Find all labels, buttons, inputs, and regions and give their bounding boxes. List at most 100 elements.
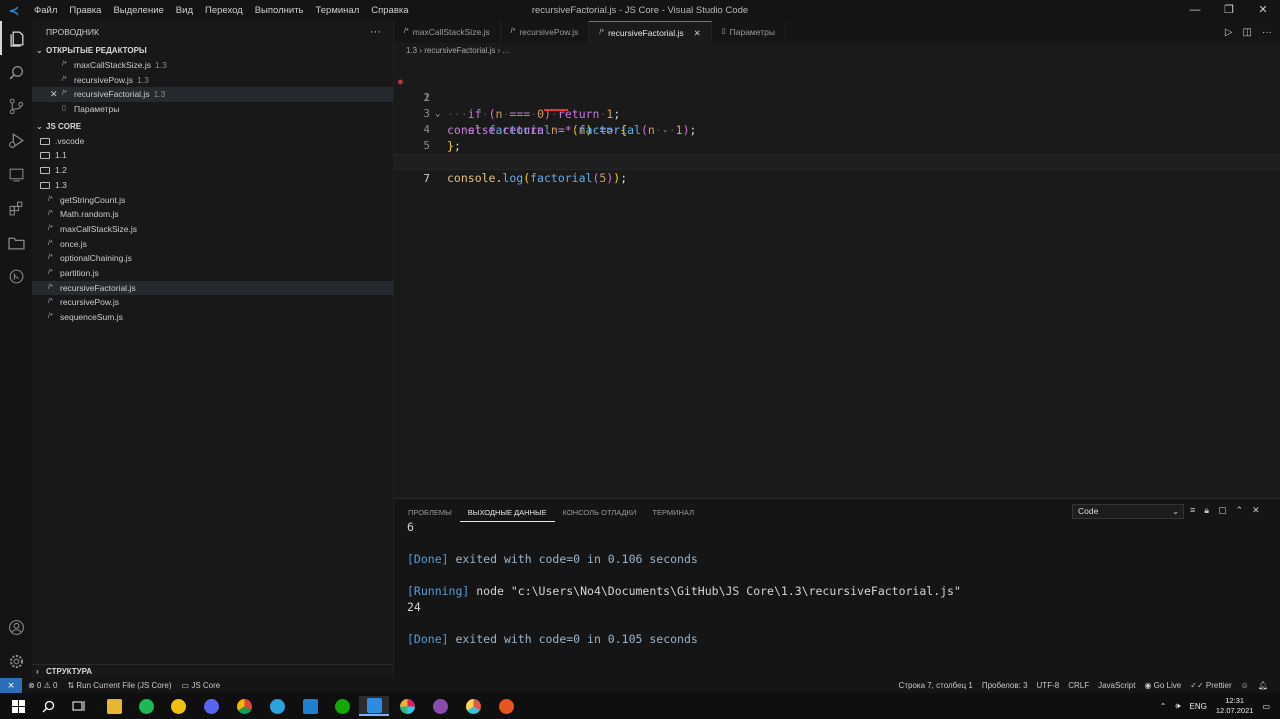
prettier-button[interactable]: ✓✓ Prettier	[1190, 678, 1231, 693]
language-mode[interactable]: JavaScript	[1098, 678, 1135, 693]
clear-output-icon[interactable]: ≡	[1190, 505, 1195, 516]
file-item[interactable]: /* maxCallStackSize.js	[32, 222, 393, 237]
file-item[interactable]: /* sequenceSum.js	[32, 310, 393, 325]
minimize-button[interactable]: —	[1178, 0, 1212, 21]
notifications-icon[interactable]: 🔔︎	[1258, 678, 1268, 693]
file-item[interactable]: /* getStringCount.js	[32, 193, 393, 208]
maximize-button[interactable]: ❐	[1212, 0, 1246, 21]
file-item[interactable]: /* optionalChaining.js	[32, 251, 393, 266]
open-editor-item[interactable]: /* recursivePow.js 1.3	[32, 73, 393, 88]
app-window-icon[interactable]	[295, 696, 325, 716]
code-editor[interactable]: ● 1 ⌄ const·factorial·=·(n)·=>·{ 2 ···if…	[394, 58, 1280, 498]
search-icon[interactable]	[0, 55, 32, 89]
norton-icon[interactable]	[163, 696, 193, 716]
chrome-icon[interactable]	[229, 696, 259, 716]
cursor-position[interactable]: Строка 7, столбец 1	[899, 678, 973, 693]
remote-explorer-icon[interactable]	[0, 157, 32, 191]
workspace-header[interactable]: ⌄ JS CORE	[32, 119, 393, 134]
tray-chevron-up-icon[interactable]: ⌃	[1160, 702, 1167, 711]
menu-go[interactable]: Переход	[199, 0, 249, 21]
folder-item[interactable]: .vscode	[32, 134, 393, 149]
chevron-up-icon[interactable]: ⌃	[1236, 505, 1244, 516]
clock[interactable]: 12:31 12.07.2021	[1216, 696, 1254, 716]
volume-icon[interactable]: 🕪︎	[1176, 701, 1181, 711]
explorer-icon[interactable]	[0, 21, 32, 55]
close-panel-icon[interactable]: ✕	[1252, 505, 1260, 516]
menu-view[interactable]: Вид	[170, 0, 199, 21]
run-debug-icon[interactable]	[0, 123, 32, 157]
js-file-icon: /*	[48, 283, 53, 291]
problems-count[interactable]: ⊗ 0 ⚠ 0	[28, 681, 57, 690]
file-item-selected[interactable]: /* recursiveFactorial.js	[32, 280, 393, 296]
open-editor-item[interactable]: /* maxCallStackSize.js 1.3	[32, 58, 393, 73]
discord-icon[interactable]	[196, 696, 226, 716]
file-item[interactable]: /* once.js	[32, 237, 393, 252]
close-window-button[interactable]: ✕	[1246, 0, 1280, 21]
run-current-file[interactable]: ⇅ Run Current File (JS Core)	[67, 681, 171, 690]
tab-terminal[interactable]: ТЕРМИНАЛ	[644, 504, 702, 522]
indentation[interactable]: Пробелов: 3	[982, 678, 1028, 693]
menu-file[interactable]: Файл	[28, 0, 63, 21]
outline-header[interactable]: › СТРУКТУРА	[32, 664, 393, 678]
file-explorer-icon[interactable]	[99, 696, 129, 716]
split-editor-icon[interactable]: ◫	[1243, 27, 1252, 38]
windows-start-icon[interactable]	[3, 696, 33, 716]
close-tab-icon[interactable]: ✕	[694, 22, 701, 44]
notification-center-icon[interactable]: ▭	[1262, 702, 1270, 711]
feedback-icon[interactable]: ☺	[1241, 678, 1249, 693]
folder-item[interactable]: 1.2	[32, 163, 393, 178]
tab-max-call-stack-size[interactable]: /* maxCallStackSize.js	[394, 21, 501, 43]
vscode-taskbar-icon[interactable]	[359, 696, 389, 716]
slack-icon[interactable]	[392, 696, 422, 716]
search-icon[interactable]	[33, 696, 63, 716]
maximize-panel-icon[interactable]: ▢	[1218, 505, 1227, 516]
close-editor-icon[interactable]: ✕	[50, 87, 62, 102]
end-of-line[interactable]: CRLF	[1068, 678, 1089, 693]
more-actions-icon[interactable]: ···	[1262, 27, 1272, 38]
tab-debug-console[interactable]: КОНСОЛЬ ОТЛАДКИ	[555, 504, 645, 522]
git-graph-icon[interactable]	[0, 259, 32, 293]
spotify-icon[interactable]	[131, 696, 161, 716]
file-item[interactable]: /* Math.random.js	[32, 207, 393, 222]
breadcrumb[interactable]: 1.3 › recursiveFactorial.js › ...	[394, 43, 1280, 58]
open-editors-header[interactable]: ⌄ ОТКРЫТЫЕ РЕДАКТОРЫ	[32, 43, 393, 58]
remote-icon[interactable]: ⨯	[0, 678, 22, 693]
ubuntu-icon[interactable]	[491, 696, 521, 716]
encoding[interactable]: UTF-8	[1037, 678, 1060, 693]
menu-terminal[interactable]: Терминал	[310, 0, 366, 21]
tab-settings[interactable]: ▯ Параметры	[712, 21, 786, 43]
folder-item[interactable]: 1.1	[32, 148, 393, 163]
menu-selection[interactable]: Выделение	[107, 0, 169, 21]
workspace-folder[interactable]: ▭ JS Core	[182, 681, 221, 690]
menu-run[interactable]: Выполнить	[249, 0, 310, 21]
lock-scroll-icon[interactable]: 🔒︎	[1204, 505, 1209, 516]
open-editor-item-active[interactable]: ✕ /* recursiveFactorial.js 1.3	[32, 87, 393, 103]
file-item[interactable]: /* recursivePow.js	[32, 295, 393, 310]
more-actions-icon[interactable]: ···	[370, 21, 381, 43]
tab-recursive-factorial[interactable]: /* recursiveFactorial.js ✕	[589, 21, 712, 44]
source-control-icon[interactable]	[0, 89, 32, 123]
folder-closed-icon	[40, 152, 50, 160]
js-file-icon: /*	[48, 210, 53, 218]
extensions-icon[interactable]	[0, 191, 32, 225]
task-view-icon[interactable]	[64, 696, 94, 716]
github-icon[interactable]	[425, 696, 455, 716]
menu-edit[interactable]: Правка	[63, 0, 107, 21]
output-channel-select[interactable]: Code ⌄	[1072, 504, 1184, 519]
menu-help[interactable]: Справка	[365, 0, 414, 21]
telegram-icon[interactable]	[262, 696, 292, 716]
gitkraken-icon[interactable]	[458, 696, 488, 716]
file-item[interactable]: /* partition.js	[32, 266, 393, 281]
open-editor-item[interactable]: ▯ Параметры	[32, 102, 393, 117]
upwork-icon[interactable]	[327, 696, 357, 716]
tab-output[interactable]: ВЫХОДНЫЕ ДАННЫЕ	[459, 504, 555, 522]
folder-icon[interactable]	[0, 225, 32, 259]
folder-item-open[interactable]: 1.3	[32, 178, 393, 193]
js-file-icon: /*	[62, 61, 67, 68]
keyboard-language[interactable]: ENG	[1190, 702, 1207, 711]
account-icon[interactable]	[0, 610, 32, 644]
run-code-icon[interactable]: ▷	[1225, 27, 1233, 38]
go-live-button[interactable]: ◉ Go Live	[1144, 678, 1181, 693]
tab-recursive-pow[interactable]: /* recursivePow.js	[501, 21, 590, 43]
settings-gear-icon[interactable]	[0, 644, 32, 678]
